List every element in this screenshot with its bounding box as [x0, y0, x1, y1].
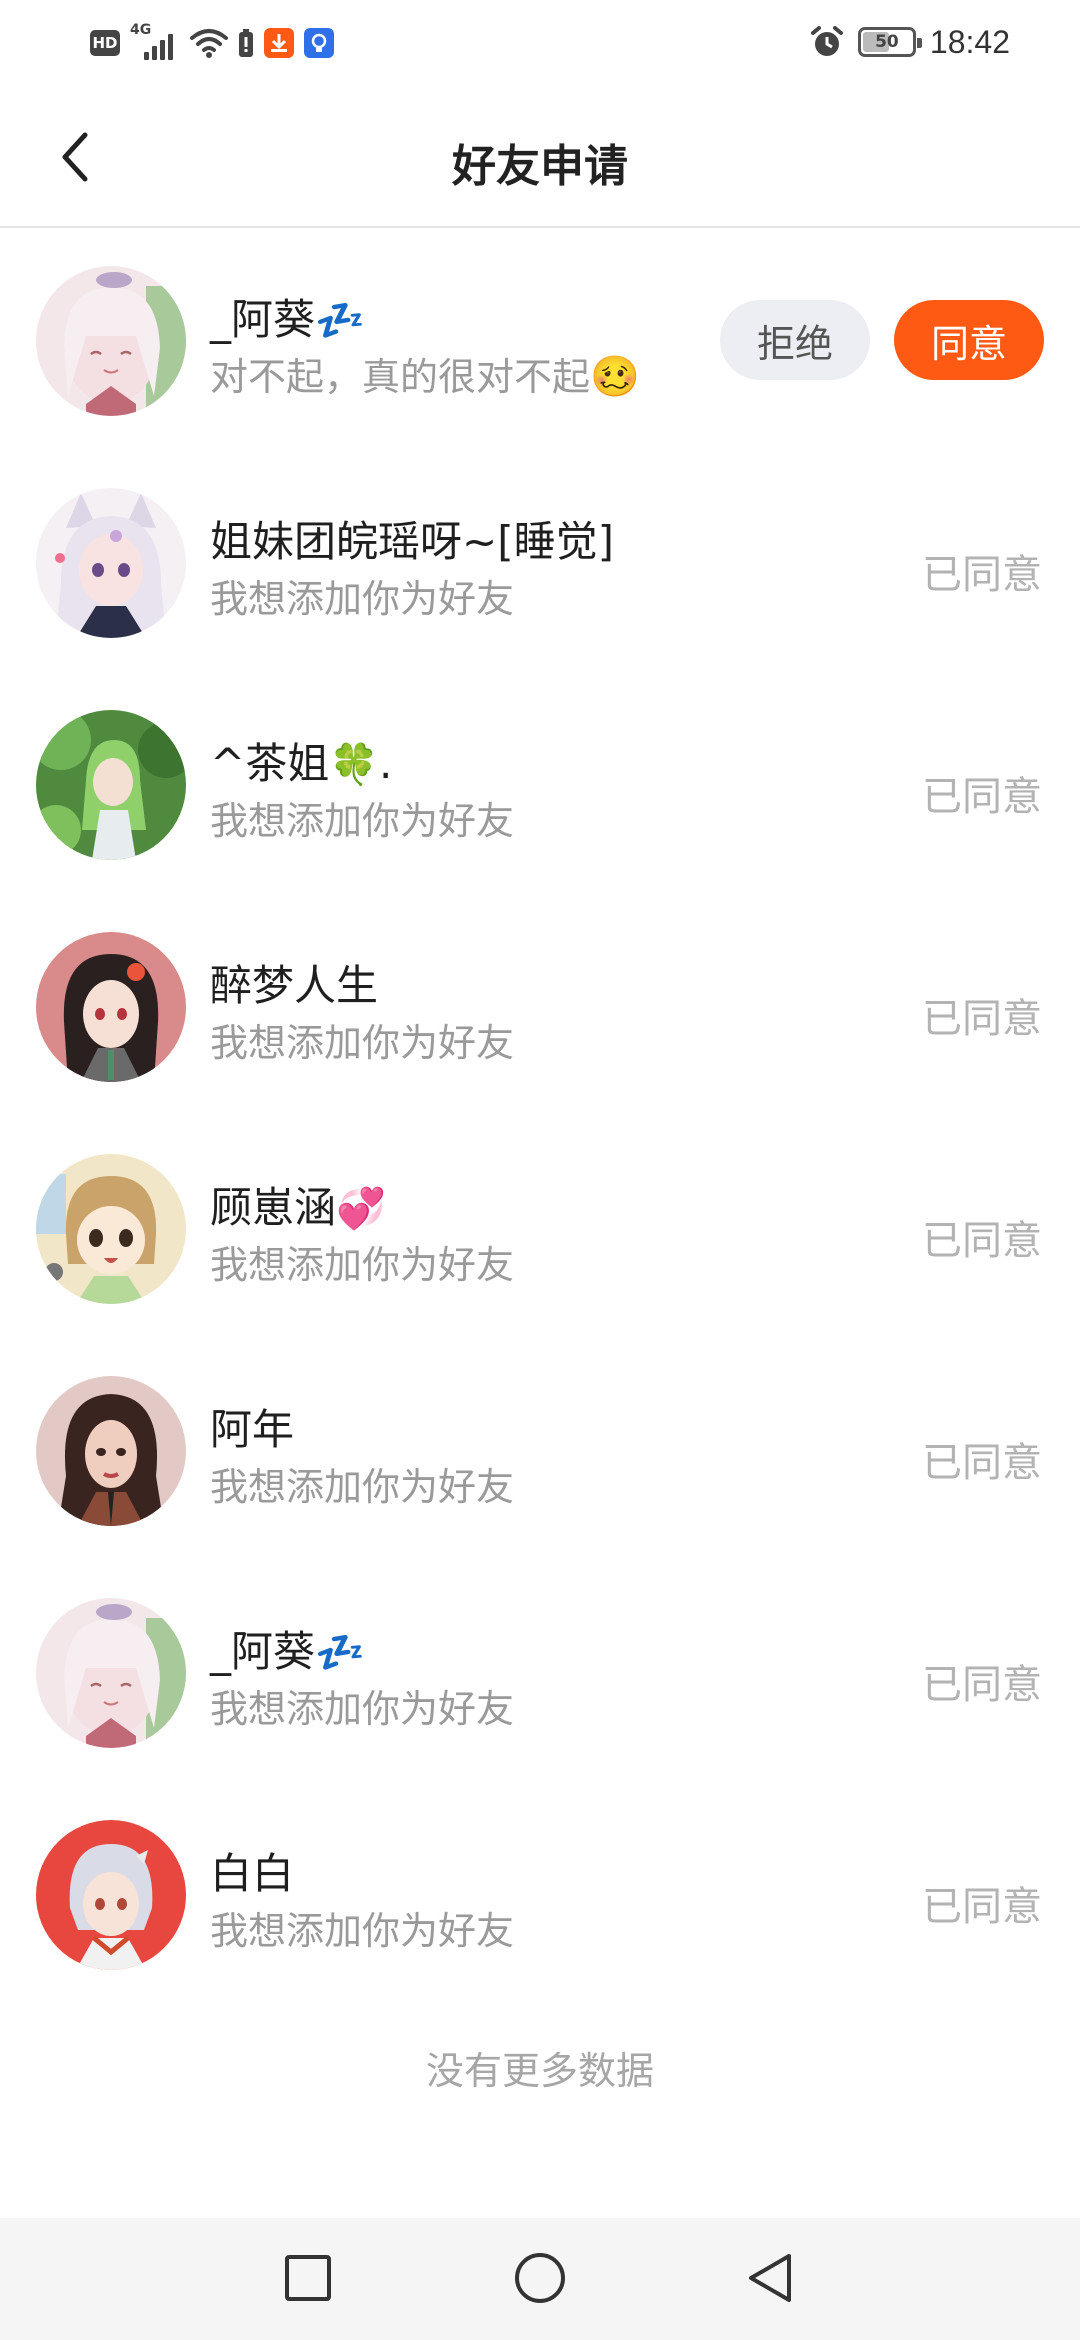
friend-request-list: _阿葵💤 对不起，真的很对不起🥴 拒绝 同意 姐妹团皖瑶呀~[睡觉] 我想添加你…	[0, 230, 1080, 2006]
friend-request-item[interactable]: 醉梦人生 我想添加你为好友 已同意	[0, 896, 1080, 1118]
friend-request-item[interactable]: 顾崽涵💞 我想添加你为好友 已同意	[0, 1118, 1080, 1340]
signal-icon: 4G	[130, 22, 180, 60]
friend-request-item[interactable]: 姐妹团皖瑶呀~[睡觉] 我想添加你为好友 已同意	[0, 452, 1080, 674]
request-name-text: 阿年	[210, 1405, 295, 1454]
avatar[interactable]	[36, 266, 186, 416]
status-bar-left: HD 4G	[90, 22, 334, 62]
request-name-text: 姐妹团皖瑶呀~[睡觉]	[210, 517, 614, 566]
avatar[interactable]	[36, 710, 186, 860]
recent-apps-button[interactable]	[278, 2248, 338, 2308]
avatar[interactable]	[36, 1598, 186, 1748]
request-name: 白白	[210, 1840, 294, 1901]
request-name-text: 白白	[210, 1849, 295, 1898]
message-emoji: 🥴	[590, 354, 640, 400]
request-name: 姐妹团皖瑶呀~[睡觉]	[210, 508, 614, 569]
request-name-text: 顾崽涵	[210, 1183, 337, 1232]
status-bar: HD 4G 50 18:42	[0, 0, 1080, 84]
home-button[interactable]	[510, 2248, 570, 2308]
wifi-icon	[190, 29, 228, 58]
request-message: 我想添加你为好友	[210, 1687, 515, 1731]
request-message: 我想添加你为好友	[210, 1909, 515, 1953]
name-emoji: 🍀	[329, 742, 380, 788]
accepted-status: 已同意	[922, 1884, 1042, 1930]
accepted-status: 已同意	[922, 996, 1042, 1042]
status-bar-right: 50 18:42	[810, 20, 1010, 64]
back-triangle-icon	[749, 2254, 791, 2302]
friend-request-item[interactable]: 阿年 我想添加你为好友 已同意	[0, 1340, 1080, 1562]
name-emoji: 💤	[315, 298, 365, 344]
request-message: 我想添加你为好友	[210, 799, 515, 843]
nav-header: 好友申请	[0, 100, 1080, 228]
request-message: 我想添加你为好友	[210, 1243, 515, 1287]
name-emoji: 💤	[315, 1630, 365, 1676]
request-name: ^茶姐🍀.	[210, 730, 392, 791]
accepted-status: 已同意	[922, 1662, 1042, 1708]
accept-button[interactable]: 同意	[894, 300, 1044, 380]
page-title: 好友申请	[452, 141, 628, 192]
download-app-icon	[264, 28, 294, 58]
battery-icon: 50	[857, 27, 922, 57]
alarm-icon	[810, 26, 843, 56]
request-name-text: ^茶姐	[210, 739, 330, 788]
request-name-text: _阿葵	[210, 295, 316, 344]
avatar[interactable]	[36, 488, 186, 638]
name-emoji: 💞	[336, 1186, 386, 1232]
avatar[interactable]	[36, 1820, 186, 1970]
system-back-button[interactable]	[740, 2248, 800, 2308]
request-message: 我想添加你为好友	[210, 1465, 515, 1509]
battery-level: 50	[875, 32, 899, 52]
hd-icon: HD	[90, 30, 120, 56]
request-name: 醉梦人生	[210, 952, 378, 1013]
accepted-status: 已同意	[922, 1218, 1042, 1264]
request-name-text: 醉梦人生	[210, 961, 379, 1010]
request-name-text: _阿葵	[210, 1627, 316, 1676]
recent-apps-square-icon	[285, 2255, 331, 2301]
request-message: 我想添加你为好友	[210, 1021, 515, 1065]
home-circle-icon	[515, 2253, 565, 2303]
reject-button[interactable]: 拒绝	[720, 300, 870, 380]
friend-request-item[interactable]: ^茶姐🍀. 我想添加你为好友 已同意	[0, 674, 1080, 896]
request-name: 顾崽涵💞	[210, 1174, 386, 1235]
accepted-status: 已同意	[922, 774, 1042, 820]
accepted-status: 已同意	[922, 1440, 1042, 1486]
avatar[interactable]	[36, 1154, 186, 1304]
battery-saver-icon	[239, 29, 253, 57]
friend-request-item[interactable]: _阿葵💤 我想添加你为好友 已同意	[0, 1562, 1080, 1784]
request-message: 我想添加你为好友	[210, 577, 515, 621]
request-message-text: 对不起，真的很对不起	[210, 355, 591, 399]
clock: 18:42	[929, 23, 1010, 60]
request-name: _阿葵💤	[210, 286, 365, 347]
hd-label: HD	[92, 34, 118, 52]
request-name: _阿葵💤	[210, 1618, 365, 1679]
accepted-status: 已同意	[922, 552, 1042, 598]
name-suffix: .	[379, 739, 393, 788]
bulb-app-icon	[304, 28, 334, 58]
request-message: 对不起，真的很对不起🥴	[210, 346, 640, 401]
system-nav-bar	[0, 2218, 1080, 2340]
friend-request-item[interactable]: _阿葵💤 对不起，真的很对不起🥴 拒绝 同意	[0, 230, 1080, 452]
no-more-data-text: 没有更多数据	[425, 2049, 654, 2093]
friend-request-item[interactable]: 白白 我想添加你为好友 已同意	[0, 1784, 1080, 2006]
request-name: 阿年	[210, 1396, 294, 1457]
avatar[interactable]	[36, 932, 186, 1082]
avatar[interactable]	[36, 1376, 186, 1526]
